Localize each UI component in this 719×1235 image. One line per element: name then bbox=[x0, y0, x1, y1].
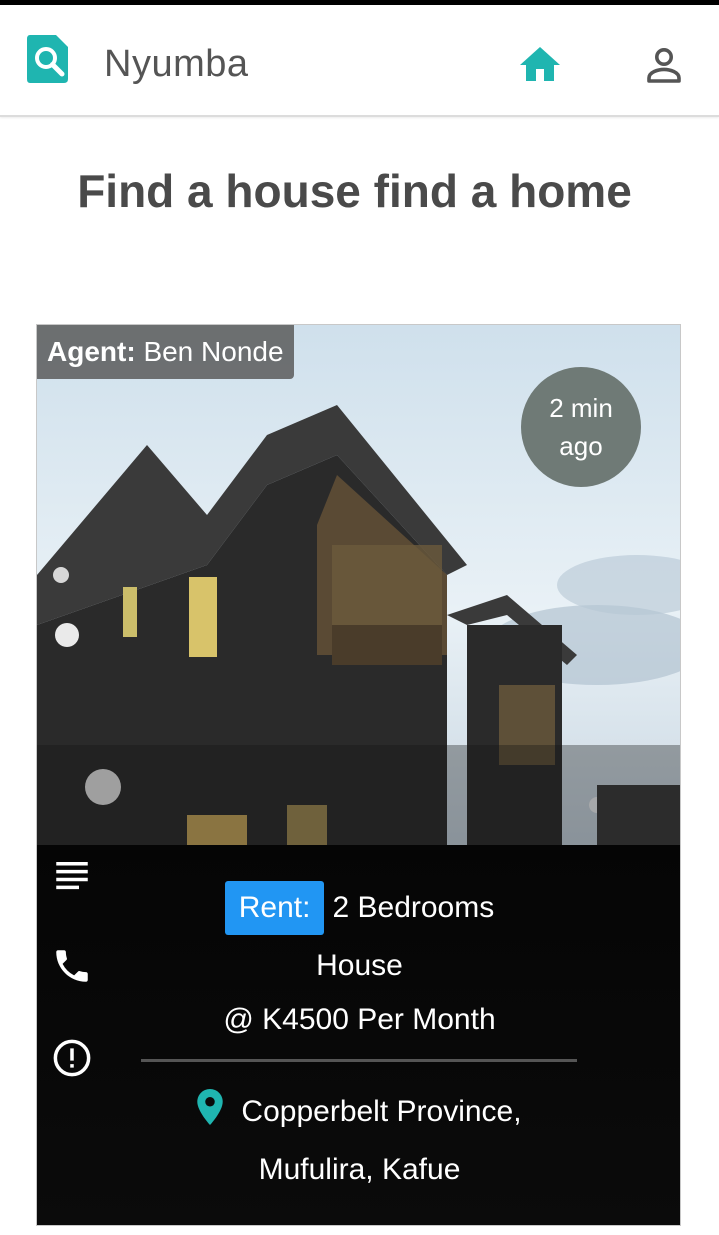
rent-tag: Rent: bbox=[224, 881, 325, 935]
listing-card[interactable]: Agent: Ben Nonde 2 min ago Rent: 2 Bedroo… bbox=[36, 324, 681, 1226]
location-pin-icon bbox=[197, 1089, 224, 1126]
location-line2: Mufulira, Kafue bbox=[258, 1153, 461, 1186]
listing-location: Copperbelt Province, bbox=[37, 1089, 680, 1129]
agent-label: Agent: bbox=[47, 336, 136, 367]
home-icon[interactable] bbox=[516, 41, 564, 89]
agent-badge: Agent: Ben Nonde bbox=[37, 325, 294, 379]
person-icon[interactable] bbox=[640, 41, 688, 89]
page-headline: Find a house find a home bbox=[77, 165, 632, 217]
logo-search-icon[interactable] bbox=[26, 33, 70, 85]
listing-title-line1: 2 Bedrooms bbox=[332, 891, 495, 924]
time-ago-unit: ago bbox=[559, 431, 603, 461]
listing-info-panel: Rent: 2 Bedrooms House @ K4500 Per Month … bbox=[37, 845, 680, 1225]
time-ago-value: 2 min bbox=[549, 393, 613, 423]
agent-name: Ben Nonde bbox=[143, 336, 284, 367]
divider bbox=[141, 1059, 577, 1062]
app-bar: Nyumba bbox=[0, 5, 719, 117]
listing-price: @ K4500 Per Month bbox=[223, 1003, 496, 1036]
time-ago-badge: 2 min ago bbox=[521, 367, 641, 487]
location-line1: Copperbelt Province, bbox=[241, 1095, 522, 1128]
listing-title-line2: House bbox=[316, 949, 403, 982]
app-title: Nyumba bbox=[104, 43, 249, 85]
report-icon[interactable] bbox=[51, 1037, 93, 1079]
listing-title[interactable]: Rent: 2 Bedrooms bbox=[37, 881, 680, 935]
